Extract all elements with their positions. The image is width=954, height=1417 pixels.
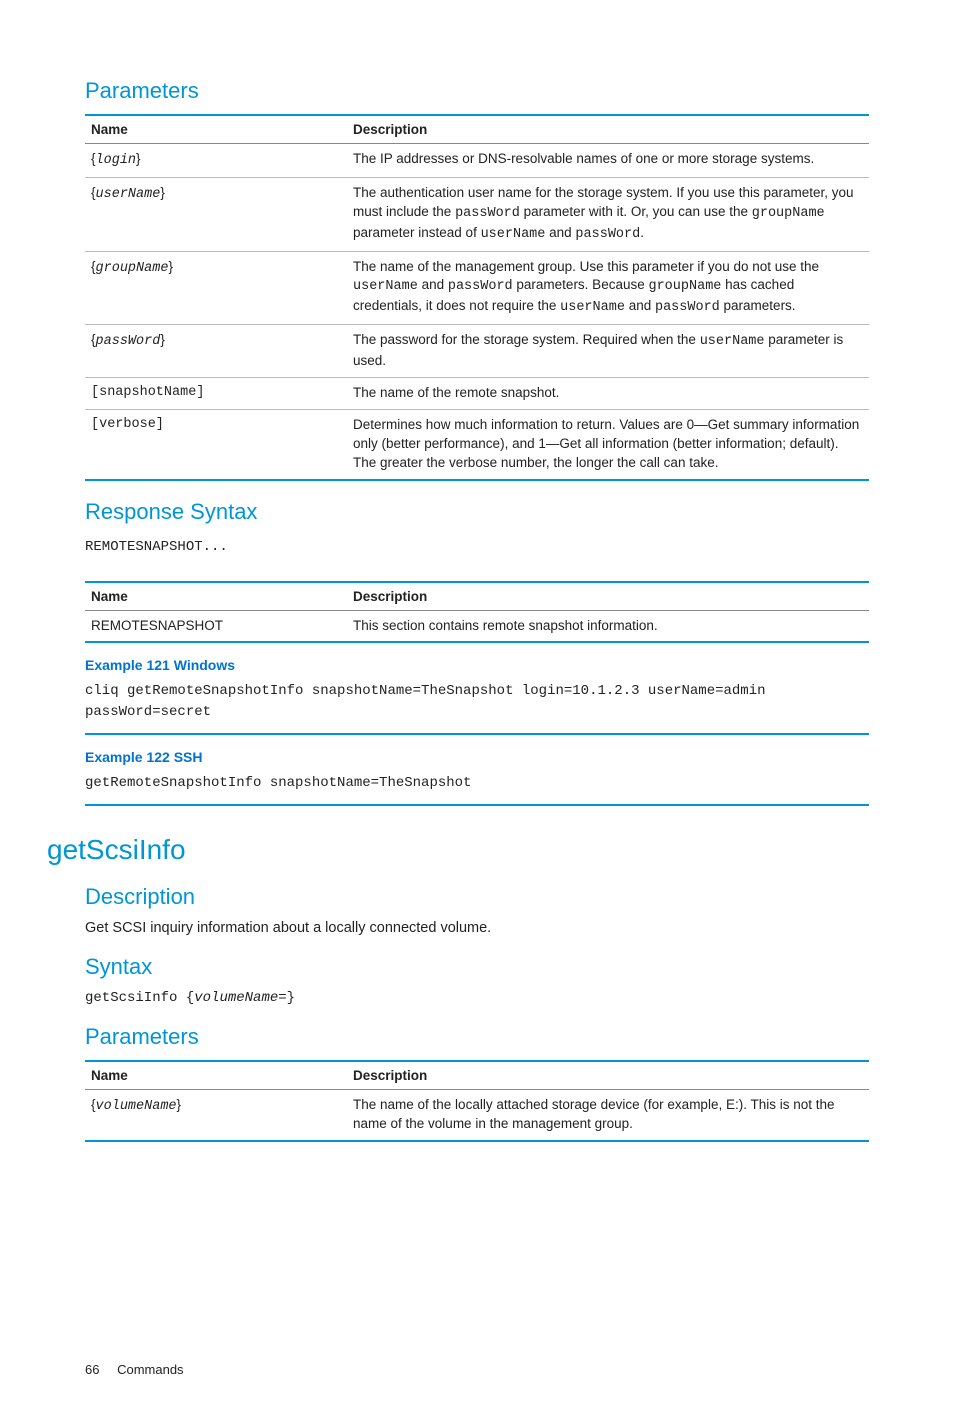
param-name: userName	[96, 187, 161, 202]
th-name: Name	[85, 115, 347, 144]
table-row: REMOTESNAPSHOT This section contains rem…	[85, 610, 869, 642]
param-desc: The IP addresses or DNS-resolvable names…	[347, 144, 869, 178]
param-name: [snapshotName]	[85, 378, 347, 410]
th-desc: Description	[347, 1061, 869, 1090]
table-row: {login} The IP addresses or DNS-resolvab…	[85, 144, 869, 178]
footer-section: Commands	[117, 1362, 183, 1377]
param-desc: The name of the remote snapshot.	[347, 378, 869, 410]
description-text: Get SCSI inquiry information about a loc…	[85, 920, 869, 936]
section-heading-response-syntax: Response Syntax	[85, 499, 869, 525]
page-footer: 66 Commands	[85, 1362, 869, 1377]
example-code-windows: cliq getRemoteSnapshotInfo snapshotName=…	[85, 677, 869, 735]
table-row: {userName} The authentication user name …	[85, 177, 869, 251]
param-desc: The name of the management group. Use th…	[347, 251, 869, 325]
response-desc: This section contains remote snapshot in…	[347, 610, 869, 642]
parameters-table-1: Name Description {login} The IP addresse…	[85, 114, 869, 481]
response-syntax-code: REMOTESNAPSHOT...	[85, 539, 869, 555]
param-desc: The authentication user name for the sto…	[347, 177, 869, 251]
brace: }	[168, 259, 173, 274]
th-name: Name	[85, 1061, 347, 1090]
table-row: [verbose] Determines how much informatio…	[85, 409, 869, 479]
brace: }	[177, 1097, 182, 1112]
response-name: REMOTESNAPSHOT	[85, 610, 347, 642]
th-desc: Description	[347, 582, 869, 611]
param-name: volumeName	[96, 1099, 177, 1114]
param-name: [verbose]	[85, 409, 347, 479]
param-desc: Determines how much information to retur…	[347, 409, 869, 479]
table-row: [snapshotName] The name of the remote sn…	[85, 378, 869, 410]
section-heading-parameters: Parameters	[85, 78, 869, 104]
brace: }	[136, 151, 141, 166]
example-code-ssh: getRemoteSnapshotInfo snapshotName=TheSn…	[85, 769, 869, 806]
section-heading-description: Description	[85, 884, 869, 910]
param-desc: The password for the storage system. Req…	[347, 325, 869, 378]
table-row: {volumeName} The name of the locally att…	[85, 1090, 869, 1141]
param-name: groupName	[96, 261, 169, 276]
param-name: login	[96, 153, 137, 168]
brace: }	[160, 332, 165, 347]
section-heading-syntax: Syntax	[85, 954, 869, 980]
command-heading-getscsiinfo: getScsiInfo	[47, 834, 869, 866]
th-desc: Description	[347, 115, 869, 144]
param-desc: The name of the locally attached storage…	[347, 1090, 869, 1141]
section-heading-parameters-2: Parameters	[85, 1024, 869, 1050]
response-table: Name Description REMOTESNAPSHOT This sec…	[85, 581, 869, 644]
brace: }	[160, 185, 165, 200]
parameters-table-2: Name Description {volumeName} The name o…	[85, 1060, 869, 1142]
syntax-line: getScsiInfo {volumeName=}	[85, 990, 869, 1006]
table-row: {passWord} The password for the storage …	[85, 325, 869, 378]
table-row: {groupName} The name of the management g…	[85, 251, 869, 325]
example-title-ssh: Example 122 SSH	[85, 749, 869, 765]
example-title-windows: Example 121 Windows	[85, 657, 869, 673]
param-name: passWord	[96, 334, 161, 349]
page-number: 66	[85, 1362, 99, 1377]
th-name: Name	[85, 582, 347, 611]
